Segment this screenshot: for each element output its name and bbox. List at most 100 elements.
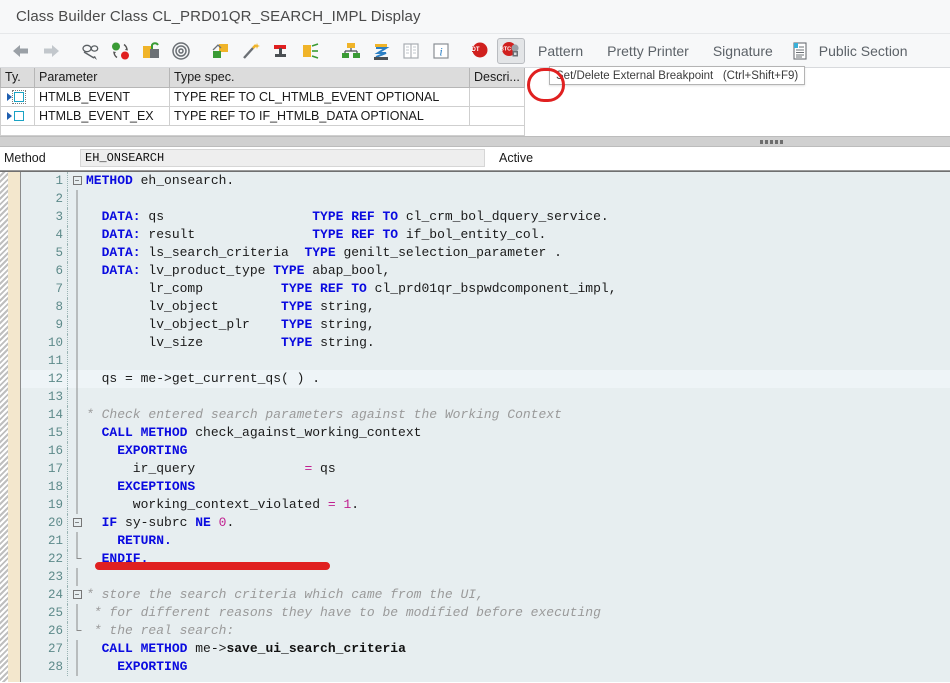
- signature-button[interactable]: Signature: [701, 38, 785, 64]
- forward-arrow-icon: [44, 44, 59, 57]
- panel-splitter[interactable]: [0, 135, 950, 147]
- code-editor[interactable]: 1− METHOD eh_onsearch. 2 3 DATA: qs TYPE RE…: [0, 170, 950, 682]
- fold-collapse-icon[interactable]: −: [72, 176, 82, 185]
- code-line[interactable]: 16 EXPORTING: [21, 441, 950, 460]
- code-line[interactable]: 24− * store the search criteria which cam…: [21, 585, 950, 604]
- fold-collapse-icon[interactable]: −: [72, 590, 82, 599]
- row-parameter-name[interactable]: HTMLB_EVENT_EX: [34, 105, 170, 126]
- where-used-button[interactable]: [207, 38, 235, 64]
- information-button[interactable]: i: [427, 38, 455, 64]
- delete-breakpoint-button[interactable]: DT: [467, 38, 495, 64]
- code-fold-guide: [68, 405, 86, 424]
- line-number: 2: [21, 189, 68, 208]
- copy-icon: [303, 42, 319, 59]
- importing-parameter-icon: [7, 110, 24, 121]
- check-button[interactable]: [137, 38, 165, 64]
- line-number: 28: [21, 657, 68, 676]
- set-external-breakpoint-icon: BTC: [500, 41, 519, 56]
- public-section-button[interactable]: Public Section: [815, 38, 920, 64]
- code-line[interactable]: 18 EXCEPTIONS: [21, 477, 950, 496]
- parameters-table: Ty. Parameter Type spec. Descri... HTMLB…: [0, 68, 525, 126]
- page-title: Class Builder Class CL_PRD01QR_SEARCH_IM…: [16, 8, 421, 25]
- code-line[interactable]: 19 working_context_violated = 1.: [21, 495, 950, 514]
- fold-end-icon: [76, 549, 82, 559]
- public-section-icon-button[interactable]: [786, 38, 814, 64]
- code-line[interactable]: 6 DATA: lv_product_type TYPE abap_bool,: [21, 261, 950, 280]
- code-line[interactable]: 27 CALL METHOD me->save_ui_search_criter…: [21, 639, 950, 658]
- row-type-spec[interactable]: TYPE REF TO IF_HTMLB_DATA OPTIONAL: [169, 105, 470, 126]
- svg-text:DT: DT: [472, 47, 480, 53]
- code-line[interactable]: 7 lr_comp TYPE REF TO cl_prd01qr_bspwdco…: [21, 279, 950, 298]
- code-line[interactable]: 21 RETURN.: [21, 531, 950, 550]
- code-line[interactable]: 15 CALL METHOD check_against_working_con…: [21, 423, 950, 442]
- code-line[interactable]: 2: [21, 189, 950, 208]
- delete-breakpoint-icon: DT: [472, 42, 488, 57]
- other-object-button[interactable]: [107, 38, 135, 64]
- table-row[interactable]: HTMLB_EVENT TYPE REF TO CL_HTMLB_EVENT O…: [0, 86, 525, 107]
- code-line[interactable]: 13: [21, 387, 950, 406]
- class-hierarchy-button[interactable]: [337, 38, 365, 64]
- row-type-spec[interactable]: TYPE REF TO CL_HTMLB_EVENT OPTIONAL: [169, 86, 470, 107]
- code-line[interactable]: 20− IF sy-subrc NE 0.: [21, 513, 950, 532]
- method-name-field[interactable]: EH_ONSEARCH: [80, 149, 485, 167]
- code-line[interactable]: 26 * the real search:: [21, 621, 950, 640]
- back-button[interactable]: [7, 38, 35, 64]
- code-line[interactable]: 10 lv_size TYPE string.: [21, 333, 950, 352]
- code-line[interactable]: 1− METHOD eh_onsearch.: [21, 171, 950, 190]
- copy-button[interactable]: [297, 38, 325, 64]
- fold-guide-line: [76, 405, 78, 424]
- document-section-icon: [793, 41, 807, 60]
- display-object-list-button[interactable]: [397, 38, 425, 64]
- pretty-printer-button[interactable]: Pretty Printer: [595, 38, 701, 64]
- table-empty-area: [0, 125, 525, 136]
- fold-guide-line: [76, 279, 78, 298]
- splitter-grip-icon[interactable]: [760, 139, 783, 144]
- code-line[interactable]: 4 DATA: result TYPE REF TO if_bol_entity…: [21, 225, 950, 244]
- code-line[interactable]: 23: [21, 567, 950, 586]
- column-header-type-spec[interactable]: Type spec.: [169, 68, 470, 88]
- row-type-cell[interactable]: [0, 86, 35, 107]
- code-line[interactable]: 28 EXPORTING: [21, 657, 950, 676]
- code-line[interactable]: 8 lv_object TYPE string,: [21, 297, 950, 316]
- code-line[interactable]: 25 * for different reasons they have to …: [21, 603, 950, 622]
- code-fold-toggle[interactable]: −: [68, 172, 86, 190]
- code-line[interactable]: 9 lv_object_plr TYPE string,: [21, 315, 950, 334]
- code-line[interactable]: 11: [21, 351, 950, 370]
- set-delete-external-breakpoint-button[interactable]: BTC: [497, 37, 525, 64]
- row-parameter-name[interactable]: HTMLB_EVENT: [34, 86, 170, 107]
- where-used-list-icon: [212, 43, 228, 58]
- activate-button[interactable]: [167, 38, 195, 64]
- code-fold-toggle[interactable]: [68, 549, 86, 568]
- column-header-description[interactable]: Descri...: [469, 68, 525, 88]
- code-fold-toggle[interactable]: −: [68, 586, 86, 604]
- code-line[interactable]: 12 qs = me->get_current_qs( ) .: [21, 369, 950, 388]
- line-number: 19: [21, 495, 68, 514]
- code-line[interactable]: 17 ir_query = qs: [21, 459, 950, 478]
- code-fold-toggle[interactable]: −: [68, 514, 86, 532]
- fold-collapse-icon[interactable]: −: [72, 518, 82, 527]
- cut-button[interactable]: [267, 38, 295, 64]
- column-header-parameter[interactable]: Parameter: [34, 68, 170, 88]
- insert-statement-button[interactable]: [237, 38, 265, 64]
- table-row[interactable]: HTMLB_EVENT_EX TYPE REF TO IF_HTMLB_DATA…: [0, 105, 525, 126]
- pattern-button[interactable]: Pattern: [526, 38, 595, 64]
- column-header-type[interactable]: Ty.: [0, 68, 35, 88]
- forward-button[interactable]: [37, 38, 65, 64]
- code-lines-container[interactable]: 1− METHOD eh_onsearch. 2 3 DATA: qs TYPE RE…: [21, 171, 950, 682]
- code-line[interactable]: 5 DATA: ls_search_criteria TYPE genilt_s…: [21, 243, 950, 262]
- hierarchy-icon: [342, 42, 360, 58]
- row-type-cell[interactable]: [0, 105, 35, 126]
- toolbar-separator-3: [326, 38, 336, 64]
- code-fold-toggle[interactable]: [68, 621, 86, 640]
- local-types-button[interactable]: [367, 38, 395, 64]
- code-fold-guide: [68, 279, 86, 298]
- display-change-button[interactable]: [77, 38, 105, 64]
- row-description[interactable]: [469, 105, 525, 126]
- code-line[interactable]: 3 DATA: qs TYPE REF TO cl_crm_bol_dquery…: [21, 207, 950, 226]
- fold-guide-line: [76, 423, 78, 442]
- editor-breakpoint-margin[interactable]: [8, 171, 21, 682]
- code-line[interactable]: 14 * Check entered search parameters agai…: [21, 405, 950, 424]
- row-description[interactable]: [469, 86, 525, 107]
- svg-text:i: i: [439, 44, 442, 58]
